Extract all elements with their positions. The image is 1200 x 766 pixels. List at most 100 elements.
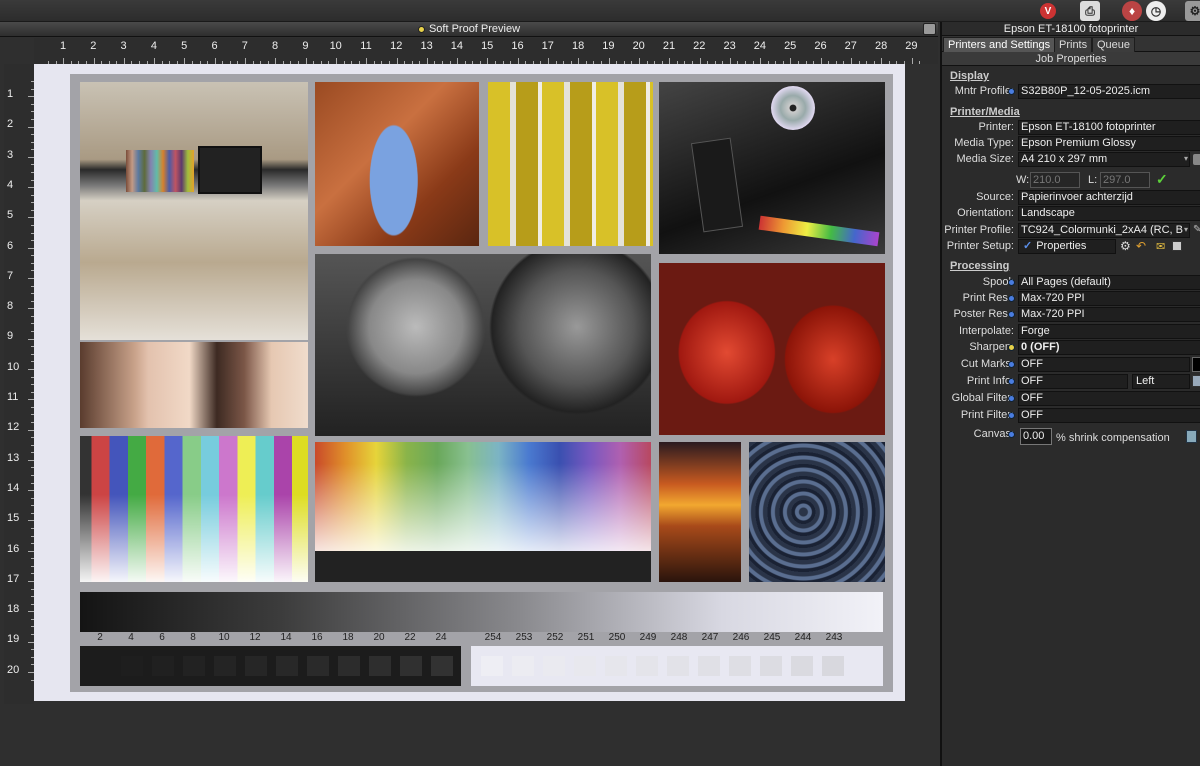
orientation-select[interactable]: Landscape bbox=[1018, 206, 1200, 221]
dark-step-patch bbox=[276, 656, 298, 676]
photo-portraits bbox=[80, 342, 308, 428]
light-step-patch bbox=[667, 656, 689, 676]
panel-tabs: Printers and Settings Prints Queue bbox=[942, 36, 1200, 52]
printer-icon[interactable]: ⎙ bbox=[1080, 1, 1100, 21]
width-label: W: bbox=[1016, 174, 1030, 186]
interpolate-select[interactable]: Forge bbox=[1018, 324, 1200, 339]
ruler-v-label: 9 bbox=[7, 330, 14, 343]
flame-icon[interactable]: ♦ bbox=[1122, 1, 1142, 21]
properties-button[interactable]: ✓ Properties bbox=[1018, 239, 1116, 254]
ruler-h-label: 16 bbox=[511, 40, 524, 52]
light-step-patch bbox=[574, 656, 596, 676]
poster-res-select[interactable]: Max-720 PPI bbox=[1018, 307, 1200, 322]
grayscale-color-ramp-chart bbox=[80, 436, 308, 582]
calculator-icon[interactable] bbox=[1186, 430, 1197, 443]
bullet-yellow-icon bbox=[1008, 344, 1015, 351]
dark-step-patch bbox=[183, 656, 205, 676]
tab-queue[interactable]: Queue bbox=[1092, 37, 1136, 52]
ruler-h-label: 21 bbox=[662, 40, 676, 52]
ruler-v-label: 3 bbox=[7, 148, 14, 161]
media-type-label: Media Type: bbox=[954, 137, 1014, 149]
printer-select[interactable]: Epson ET-18100 fotoprinter bbox=[1018, 120, 1200, 135]
global-filter-select[interactable]: OFF bbox=[1018, 391, 1200, 406]
light-step-patch bbox=[791, 656, 813, 676]
print-info-row: Print Info: OFF Left bbox=[942, 374, 1200, 390]
ruler-h-label: 7 bbox=[241, 40, 248, 52]
top-toolbar: V ⎙ ♦ ◷ ⚙ bbox=[0, 0, 1200, 22]
ruler-h-label: 8 bbox=[272, 40, 279, 52]
ruler-h-label: 3 bbox=[120, 40, 127, 52]
light-step-patch bbox=[481, 656, 503, 676]
ruler-v-label: 20 bbox=[7, 663, 20, 676]
step-label: 243 bbox=[825, 632, 843, 643]
lock-icon[interactable] bbox=[1193, 154, 1200, 165]
mntr-profile-label: Mntr Profile: bbox=[954, 85, 1014, 97]
interpolate-row: Interpolate: Forge bbox=[942, 324, 1200, 340]
bullet-icon bbox=[1008, 88, 1015, 95]
gear-icon[interactable]: ⚙ bbox=[1185, 1, 1200, 21]
cut-marks-color-swatch[interactable] bbox=[1192, 357, 1200, 372]
print-res-select[interactable]: Max-720 PPI bbox=[1018, 291, 1200, 306]
printer-profile-dropdown-icon[interactable]: ▾ bbox=[1184, 225, 1188, 234]
settings-gear-icon[interactable]: ⚙ bbox=[1120, 239, 1131, 253]
undo-icon[interactable]: ↶ bbox=[1136, 239, 1146, 253]
printer-profile-select[interactable]: TC924_Colormunki_2xA4 (RC, B bbox=[1018, 223, 1190, 238]
ruler-v-label: 14 bbox=[7, 481, 20, 494]
width-input[interactable]: 210.0 bbox=[1030, 172, 1080, 188]
job-properties-panel: Epson ET-18100 fotoprinter Printers and … bbox=[940, 22, 1200, 766]
properties-label: Properties bbox=[1036, 240, 1087, 252]
tab-printers-and-settings[interactable]: Printers and Settings bbox=[943, 37, 1056, 52]
photo-strawberries bbox=[659, 263, 885, 435]
print-res-row: Print Res.: Max-720 PPI bbox=[942, 291, 1200, 307]
color-patch-grid bbox=[315, 442, 651, 582]
dark-step-patch bbox=[338, 656, 360, 676]
save-icon[interactable] bbox=[1172, 241, 1182, 251]
print-info-align-select[interactable]: Left bbox=[1132, 374, 1190, 389]
ruler-h-label: 1 bbox=[59, 40, 67, 52]
mntr-profile-select[interactable]: S32B80P_12-05-2025.icm bbox=[1018, 84, 1200, 99]
media-type-select[interactable]: Epson Premium Glossy bbox=[1018, 136, 1200, 151]
ruler-tick bbox=[911, 58, 913, 64]
light-step-patch bbox=[543, 656, 565, 676]
font-settings-icon[interactable] bbox=[1192, 375, 1200, 387]
dark-step-patch bbox=[369, 656, 391, 676]
cut-marks-select[interactable]: OFF bbox=[1018, 357, 1190, 372]
photo-still-life-collage bbox=[80, 82, 308, 340]
printer-setup-row: Printer Setup: ✓ Properties ⚙ ↶ ✉ bbox=[942, 239, 1200, 255]
clock-icon[interactable]: ◷ bbox=[1146, 1, 1166, 21]
dark-step-patch bbox=[431, 656, 453, 676]
source-select[interactable]: Papierinvoer achterzijd bbox=[1018, 190, 1200, 205]
length-input[interactable]: 297.0 bbox=[1100, 172, 1150, 188]
step-label: 14 bbox=[280, 632, 292, 643]
light-step-patch bbox=[512, 656, 534, 676]
print-info-select[interactable]: OFF bbox=[1018, 374, 1128, 389]
step-label: 8 bbox=[190, 632, 196, 643]
print-filter-select[interactable]: OFF bbox=[1018, 408, 1200, 423]
confirm-check-icon[interactable]: ✓ bbox=[1156, 171, 1168, 188]
tab-prints[interactable]: Prints bbox=[1054, 37, 1093, 52]
spool-select[interactable]: All Pages (default) bbox=[1018, 275, 1200, 290]
bullet-icon bbox=[1008, 431, 1015, 438]
canvas-shrink-input[interactable]: 0.00 bbox=[1020, 428, 1052, 445]
sharpen-select[interactable]: 0 (OFF) bbox=[1018, 340, 1200, 355]
bullet-icon bbox=[1008, 378, 1015, 385]
dark-step-patch bbox=[400, 656, 422, 676]
v-logo-icon[interactable]: V bbox=[1040, 3, 1056, 19]
step-label: 249 bbox=[639, 632, 657, 643]
ruler-h-label: 11 bbox=[360, 40, 372, 52]
dimensions-row: W: 210.0 L: 297.0 ✓ bbox=[942, 171, 1200, 188]
photo-electronics bbox=[659, 82, 885, 254]
print-page: 2 4 6 8 10 12 14 16 18 20 22 24 254 253 252 251 250 249 2… bbox=[70, 74, 893, 692]
media-size-select[interactable]: A4 210 x 297 mm bbox=[1018, 152, 1190, 167]
monitor-test-image bbox=[198, 146, 262, 194]
wrench-icon[interactable]: ✎ bbox=[1193, 224, 1200, 235]
window-maximize-icon[interactable] bbox=[923, 23, 936, 35]
step-label: 4 bbox=[128, 632, 134, 643]
ruler-h-label: 14 bbox=[450, 40, 464, 52]
print-res-label: Print Res.: bbox=[962, 292, 1014, 304]
media-size-dropdown-icon[interactable]: ▾ bbox=[1184, 154, 1188, 163]
folder-open-icon[interactable]: ✉ bbox=[1156, 240, 1165, 253]
media-type-row: Media Type: Epson Premium Glossy bbox=[942, 136, 1200, 152]
ruler-h-label: 17 bbox=[541, 40, 554, 52]
photo-sunset bbox=[659, 442, 741, 582]
